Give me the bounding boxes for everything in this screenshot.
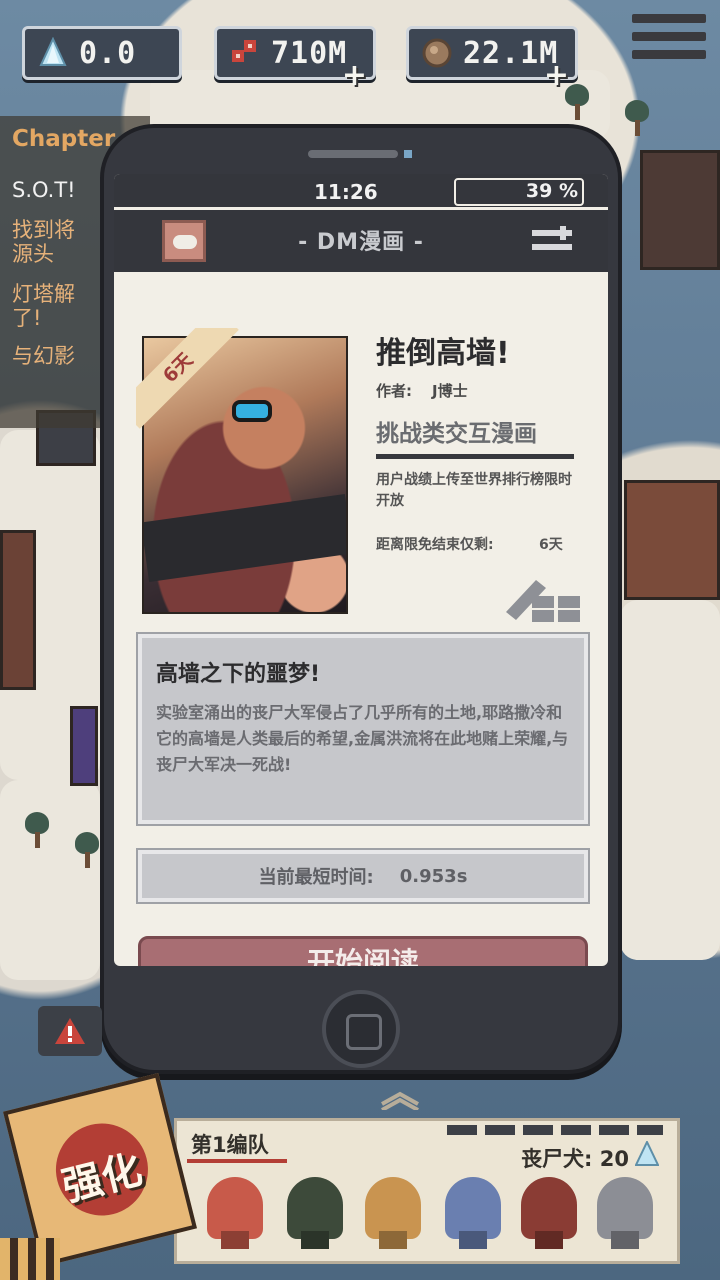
remaining-value: 6天 [539, 537, 563, 553]
squad-name: 第1编队 [191, 1133, 269, 1157]
description-box: 高墙之下的噩梦! 实验室涌出的丧尸大军侵占了几乎所有的土地,耶路撒冷和它的高墙是… [136, 632, 590, 826]
squad-unit[interactable] [521, 1177, 577, 1239]
days-badge: 6天 [136, 328, 240, 432]
meat-value: 710M [271, 35, 348, 71]
squad-unit[interactable] [365, 1177, 421, 1239]
phone-speaker [308, 150, 398, 158]
home-button[interactable] [322, 990, 400, 1068]
crystal-icon [634, 1139, 660, 1167]
gun-art [144, 493, 346, 583]
menu-icon [632, 14, 706, 23]
squad-panel[interactable]: 第1编队 丧尸犬: 20 [174, 1118, 680, 1264]
comic-title: 推倒高墙! [376, 336, 510, 371]
map-building[interactable] [0, 530, 36, 690]
tree-icon [20, 812, 54, 850]
best-time-label: 当前最短时间: [258, 867, 374, 888]
squad-unit[interactable] [445, 1177, 501, 1239]
app-header: - DM漫画 - [114, 210, 608, 272]
map-building[interactable] [624, 480, 720, 600]
phone-camera [404, 150, 412, 158]
crystal-icon [35, 35, 71, 71]
switch-icon[interactable] [530, 226, 574, 254]
chevron-up-icon[interactable] [378, 1088, 422, 1112]
description-text: 实验室涌出的丧尸大军侵占了几乎所有的土地,耶路撒冷和它的高墙是人类最后的希望,金… [156, 703, 569, 774]
best-time-value: 0.953s [399, 865, 468, 887]
status-bar: 11:26 39 % [114, 174, 608, 210]
author-name: J博士 [432, 382, 468, 400]
coin-icon [419, 35, 455, 71]
warning-icon [55, 1018, 85, 1044]
purple-unit[interactable] [70, 706, 98, 786]
satellite-icon[interactable] [502, 574, 584, 624]
squad-unit[interactable] [207, 1177, 263, 1239]
phone-device: 11:26 39 % - DM漫画 - 6天 推倒高墙! 作者: J博士 挑战类… [100, 124, 622, 1074]
meat-icon [227, 35, 263, 71]
days-badge-label: 6天 [136, 328, 239, 429]
meat-resource[interactable]: 710M + [214, 26, 376, 93]
tree-icon [620, 100, 654, 138]
crystal-resource[interactable]: 0.0 [22, 26, 182, 80]
add-meat-button[interactable]: + [342, 58, 367, 93]
squad-unit[interactable] [287, 1177, 343, 1239]
squad-strip [447, 1125, 663, 1135]
coin-resource[interactable]: 22.1M + [406, 26, 578, 93]
comic-genre: 挑战类交互漫画 [376, 421, 537, 447]
tree-icon [70, 832, 104, 870]
menu-button[interactable] [632, 14, 706, 78]
decor-strip [0, 1238, 60, 1280]
remaining-label: 距离限免结束仅剩: [376, 537, 494, 553]
zombie-dog-count: 丧尸犬: 20 [521, 1147, 629, 1171]
best-time-box: 当前最短时间: 0.953s [136, 848, 590, 904]
crystal-value: 0.0 [79, 35, 137, 71]
squad-unit[interactable] [597, 1177, 653, 1239]
clock: 11:26 [314, 180, 378, 204]
divider [376, 454, 574, 459]
battery-level: 39 % [525, 180, 578, 202]
start-reading-button[interactable]: 开始阅读 [138, 936, 588, 966]
squad-underline [187, 1159, 287, 1163]
leaderboard-notice: 用户战绩上传至世界排行榜限时开放 [376, 472, 572, 509]
phone-screen: 11:26 39 % - DM漫画 - 6天 推倒高墙! 作者: J博士 挑战类… [114, 174, 608, 966]
description-title: 高墙之下的噩梦! [156, 662, 321, 687]
add-coin-button[interactable]: + [544, 58, 569, 93]
map-building[interactable] [640, 150, 720, 270]
warning-button[interactable] [38, 1006, 102, 1056]
author-label: 作者: [376, 382, 412, 400]
